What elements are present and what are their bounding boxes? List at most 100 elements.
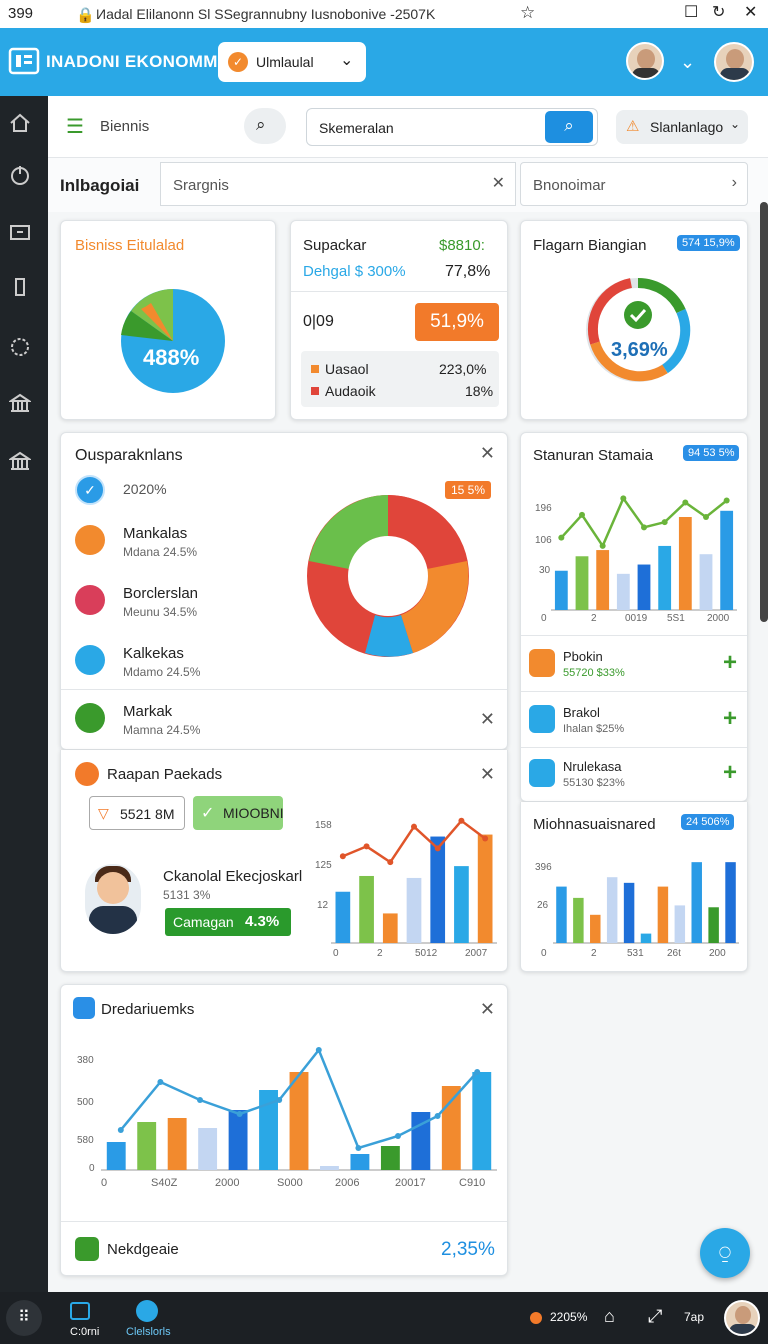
chart-line [560, 495, 728, 549]
list-item[interactable]: Markak Mamna 24.5% [75, 701, 265, 749]
y-tick: 500 [77, 1097, 94, 1108]
chevron-down-icon: ⌄ [730, 117, 741, 131]
clear-icon[interactable]: ✕ [492, 173, 505, 193]
chart-point [703, 514, 709, 520]
app-selector-dropdown[interactable]: ✓ Ulmlaulal ⌄ [218, 42, 366, 82]
filter-search-input[interactable]: Srargnis ✕ [160, 162, 516, 206]
x-tick: C910 [459, 1177, 486, 1189]
browser-status-bar: 399 🔒 Иadal Elilanonn Sl SSegrannubny Iu… [0, 0, 768, 28]
campaign-chip[interactable]: Camagan 4.3% [165, 908, 291, 936]
chart-bar [596, 550, 610, 610]
recent-title: Raapan Paekads [107, 766, 223, 783]
add-icon[interactable]: + [723, 649, 737, 677]
window-icon[interactable]: ☐ [684, 2, 698, 22]
list-item[interactable]: Mankalas Mdana 24.5% [75, 523, 265, 573]
target-badge: 574 15,9% [677, 235, 740, 251]
chart-bar [380, 1146, 400, 1170]
add-icon[interactable]: + [723, 759, 737, 787]
reload-icon[interactable]: ↻ [712, 2, 725, 22]
search-submit-button[interactable]: ⌕ [545, 111, 593, 143]
list-item[interactable]: Nrulekasa 55130 $23% + [521, 751, 747, 801]
chart-bar [137, 1122, 157, 1170]
close-icon[interactable]: ✕ [480, 999, 495, 1020]
menu-toggle-icon[interactable]: ⌄ [680, 52, 695, 73]
help-fab-button[interactable]: ⍜ [700, 1228, 750, 1278]
amount-chip[interactable]: ▽ 5521 8M [89, 796, 185, 830]
archive-icon[interactable] [9, 220, 31, 242]
supplier-row-label: 0|09 [303, 313, 334, 330]
power-icon[interactable] [9, 164, 31, 186]
close-icon[interactable]: ✕ [480, 443, 495, 464]
chart-point [157, 1079, 164, 1085]
search-input[interactable]: Skemeralan ⌕ [306, 108, 598, 146]
chart-point [236, 1111, 243, 1117]
list-item[interactable]: Pbokin 55720 $33% + [521, 639, 747, 691]
user-avatar[interactable] [714, 42, 754, 82]
list-item-label: Borclerslan [123, 585, 199, 602]
add-icon[interactable]: + [723, 705, 737, 733]
chart-point [411, 823, 417, 830]
clock-icon [75, 762, 99, 786]
filter-select[interactable]: Bnonoimar › [520, 162, 748, 206]
close-icon[interactable]: ✕ [480, 709, 495, 730]
supplier-items: Uasaol 223,0% Audaoik 18% [301, 351, 499, 407]
menu-icon[interactable]: ☰ [66, 114, 84, 139]
lock-icon: 🔒 [76, 7, 95, 24]
chart-bar [198, 1128, 218, 1170]
nav-tab-label[interactable]: C:0rni [70, 1326, 99, 1338]
page-title: Inlbagoiai [60, 176, 140, 195]
person-name: Ckanolal Ekecjoskarl [163, 868, 303, 885]
list-item[interactable]: ✓ 2020% [75, 473, 265, 523]
chart-bar [640, 933, 652, 943]
nav-tab-label[interactable]: Clelslorls [126, 1326, 171, 1338]
tag-icon: ▽ [98, 805, 109, 821]
chart-bar [606, 877, 618, 943]
x-tick: 200 [709, 948, 726, 959]
chart-point [599, 542, 606, 549]
supplier-item-value: 18% [465, 383, 494, 399]
x-tick: S000 [277, 1177, 303, 1189]
supplier-item-label: Audaoik [325, 383, 376, 399]
expand-icon[interactable]: ⤢ [648, 1306, 662, 1327]
apps-icon[interactable]: ⠿ [6, 1300, 42, 1336]
chart-point [482, 835, 489, 842]
window-icon[interactable] [70, 1302, 90, 1320]
scrollbar[interactable] [760, 202, 768, 622]
status-badge[interactable]: ✓ MIOOBNI [193, 796, 284, 830]
battery-icon[interactable] [9, 276, 31, 298]
chart-bar [691, 862, 702, 943]
chart-bar [637, 564, 651, 610]
list-item[interactable]: Borclerslan Meunu 34.5% [75, 583, 265, 633]
building-icon[interactable] [9, 450, 31, 472]
search-button[interactable]: ⌕ [244, 108, 286, 144]
chart-bar [350, 1154, 370, 1170]
alerts-dropdown[interactable]: ⚠ Slanlanlago ⌄ [616, 110, 748, 144]
chart-point [558, 534, 565, 541]
chart-point [620, 495, 627, 502]
gear-icon[interactable] [9, 336, 31, 358]
list-item[interactable]: Brakol Ihalan $25% + [521, 695, 747, 747]
chart-bar [674, 905, 686, 943]
business-pie-label: 488% [143, 345, 200, 370]
filter-select-value: Bnonoimar [533, 177, 606, 194]
list-item-sub: Meunu 34.5% [123, 605, 198, 619]
star-icon[interactable]: ☆ [520, 3, 535, 23]
close-icon[interactable]: ✕ [744, 2, 757, 22]
url-text[interactable]: Иadal Elilanonn Sl SSegrannubny Iusnobon… [96, 6, 435, 22]
close-icon[interactable]: ✕ [480, 764, 495, 785]
bank-icon[interactable] [9, 392, 31, 414]
shield-icon[interactable] [136, 1300, 158, 1322]
brand-title: INADONI EKONOMMI [46, 52, 223, 71]
campaign-value: 4.3% [245, 913, 280, 930]
campaign-label: Camagan [173, 914, 234, 930]
list-item[interactable]: Kalkekas Mdamo 24.5% [75, 643, 265, 693]
home-icon[interactable]: ⌂ [604, 1306, 615, 1327]
chart-bar [472, 1072, 492, 1170]
supplier-row-value[interactable]: 51,9% [415, 303, 499, 341]
user-avatar[interactable] [724, 1300, 760, 1336]
ops-title: Ousparaknlans [75, 447, 183, 464]
list-item-sub: Mdamo 24.5% [123, 665, 201, 679]
avatar[interactable] [626, 42, 664, 80]
home-icon[interactable] [9, 112, 31, 134]
y-tick: 125 [315, 860, 332, 871]
